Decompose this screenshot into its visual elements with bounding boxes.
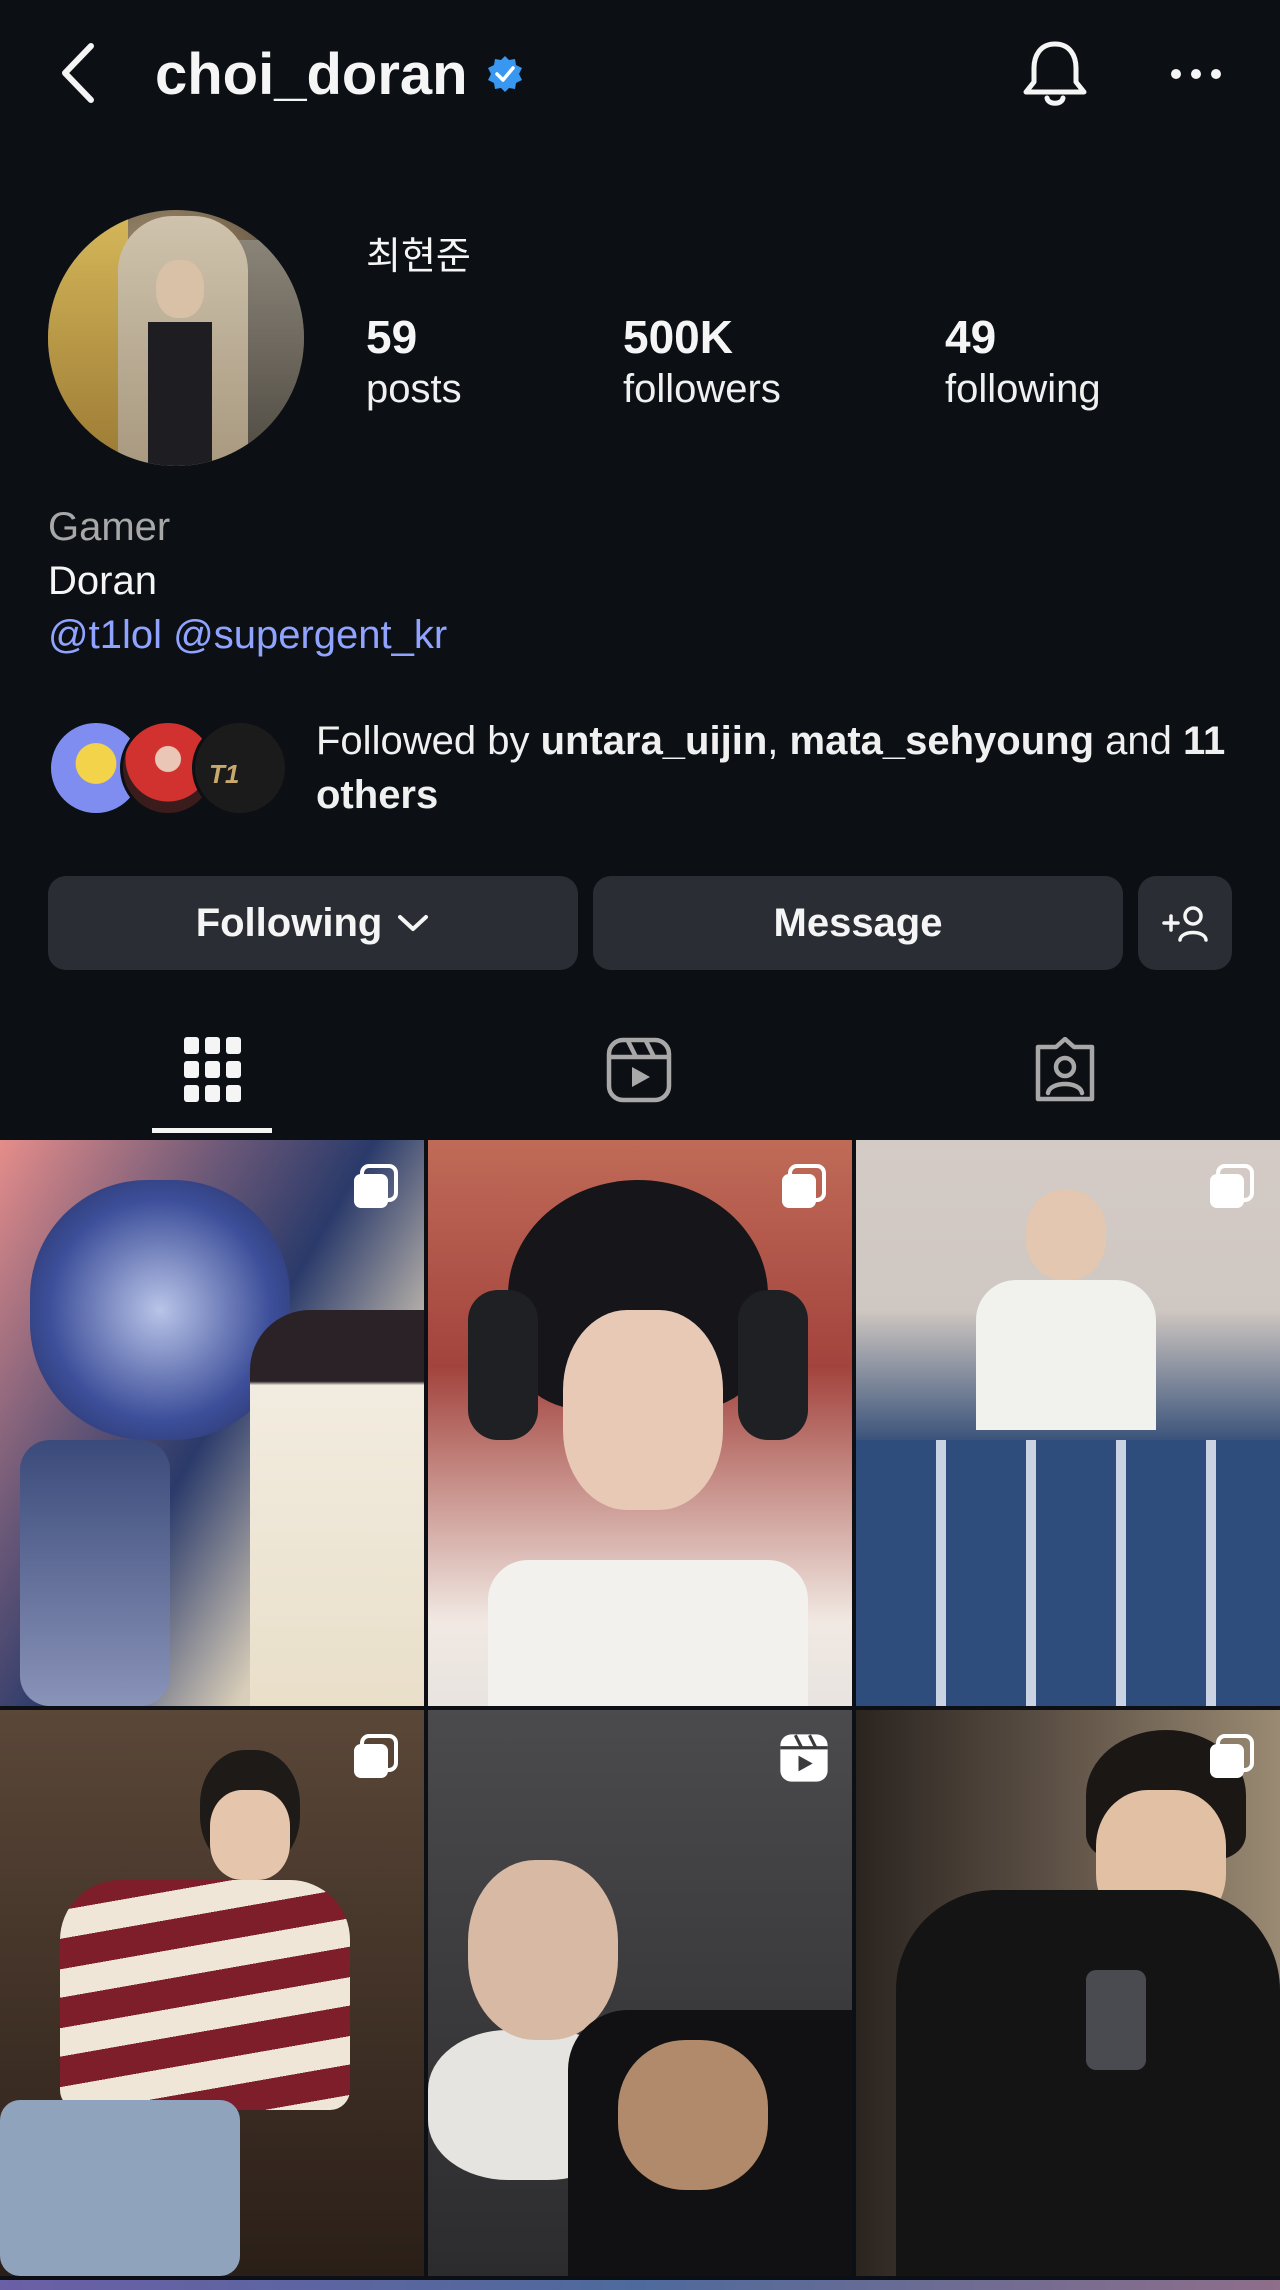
followed-by-prefix: Followed by [316,719,541,763]
carousel-icon [778,1162,830,1214]
carousel-icon [1206,1162,1258,1214]
following-button[interactable]: Following [48,876,578,970]
post-thumbnail[interactable] [428,1710,852,2276]
stat-posts-count: 59 [366,311,418,363]
bell-icon[interactable] [1020,38,1090,110]
profile-header: choi_doran [0,0,1280,150]
add-user-icon [1160,903,1210,943]
profile-username: choi_doran [155,42,468,107]
followed-by-user: untara_uijin [540,719,768,763]
next-row-preview [0,2280,1280,2290]
followed-by-and: and [1094,719,1183,763]
bio-tags-link[interactable]: @t1lol @supergent_kr [48,608,447,662]
chevron-down-icon [396,913,430,933]
verified-badge-icon [486,55,524,93]
profile-bio: Gamer Doran @t1lol @supergent_kr [48,500,447,662]
stat-followers-count: 500K [623,311,733,363]
tab-tagged[interactable] [852,1010,1278,1135]
post-thumbnail[interactable] [0,1710,424,2276]
reels-icon [778,1732,830,1784]
stat-following-label: following [945,367,1101,411]
stat-followers[interactable]: 500K followers [623,310,781,414]
carousel-icon [350,1162,402,1214]
followed-by-separator: , [767,719,790,763]
stat-followers-label: followers [623,367,781,411]
mutual-followers-avatars[interactable]: T1 [48,720,288,820]
followed-by-text[interactable]: Followed by untara_uijin, mata_sehyoung … [316,714,1256,822]
carousel-icon [1206,1732,1258,1784]
tagged-icon [1032,1036,1098,1108]
bio-name: Doran [48,559,157,603]
back-arrow-icon[interactable] [55,38,105,108]
post-thumbnail[interactable] [856,1140,1280,1706]
stat-posts-label: posts [366,367,462,411]
profile-avatar[interactable] [48,210,304,466]
post-thumbnail[interactable] [428,1140,852,1706]
profile-real-name: 최현준 [366,236,471,278]
stat-following[interactable]: 49 following [945,310,1101,414]
message-button-label: Message [773,900,943,945]
followed-by-user: mata_sehyoung [789,719,1095,763]
active-tab-indicator [152,1128,272,1133]
more-icon[interactable] [1170,62,1222,86]
grid-icon [184,1037,242,1108]
carousel-icon [350,1732,402,1784]
mutual-avatar: T1 [192,720,288,816]
stat-following-count: 49 [945,311,997,363]
tab-reels[interactable] [426,1010,852,1135]
post-thumbnail[interactable] [0,1140,424,1706]
tab-posts-grid[interactable] [0,1010,426,1135]
profile-tabs [0,1010,1280,1135]
message-button[interactable]: Message [593,876,1123,970]
bio-category: Gamer [48,505,171,549]
post-thumbnail[interactable] [856,1710,1280,2276]
stat-posts[interactable]: 59 posts [366,310,462,414]
following-button-label: Following [195,900,383,945]
add-user-button[interactable] [1138,876,1232,970]
reels-icon [606,1037,672,1108]
posts-grid [0,1140,1280,2290]
